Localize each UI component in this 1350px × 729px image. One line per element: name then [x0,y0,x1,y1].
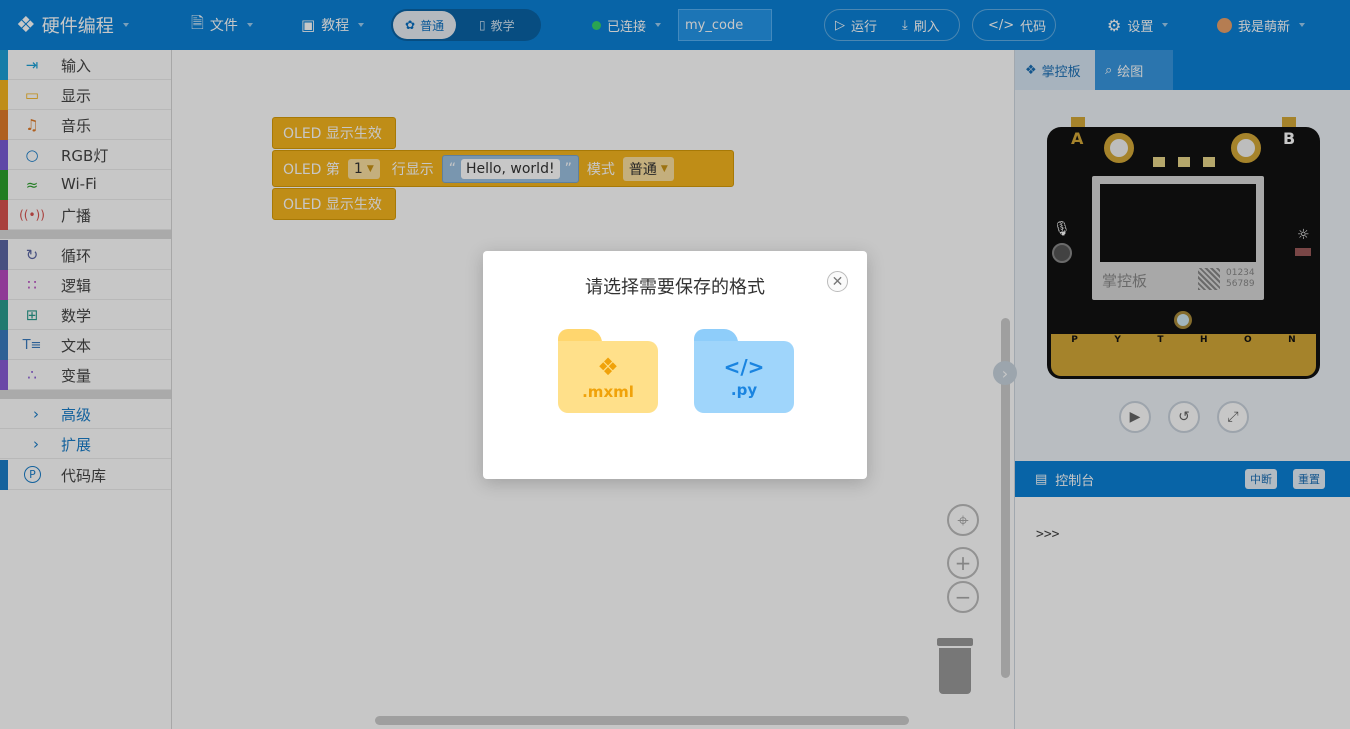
save-mxml-option[interactable]: ❖ .mxml [558,329,658,413]
dialog-title: 请选择需要保存的格式 [585,277,765,298]
save-py-option[interactable]: </> .py [694,329,794,413]
py-label: .py [730,381,758,399]
save-format-dialog: 请选择需要保存的格式 ✕ ❖ .mxml </> .py [483,251,867,479]
code-icon: </> [723,355,765,379]
puzzle-icon: ❖ [597,353,619,381]
folder-body: </> .py [694,341,794,413]
close-icon[interactable]: ✕ [827,271,848,292]
mxml-label: .mxml [582,383,634,401]
folder-body: ❖ .mxml [558,341,658,413]
